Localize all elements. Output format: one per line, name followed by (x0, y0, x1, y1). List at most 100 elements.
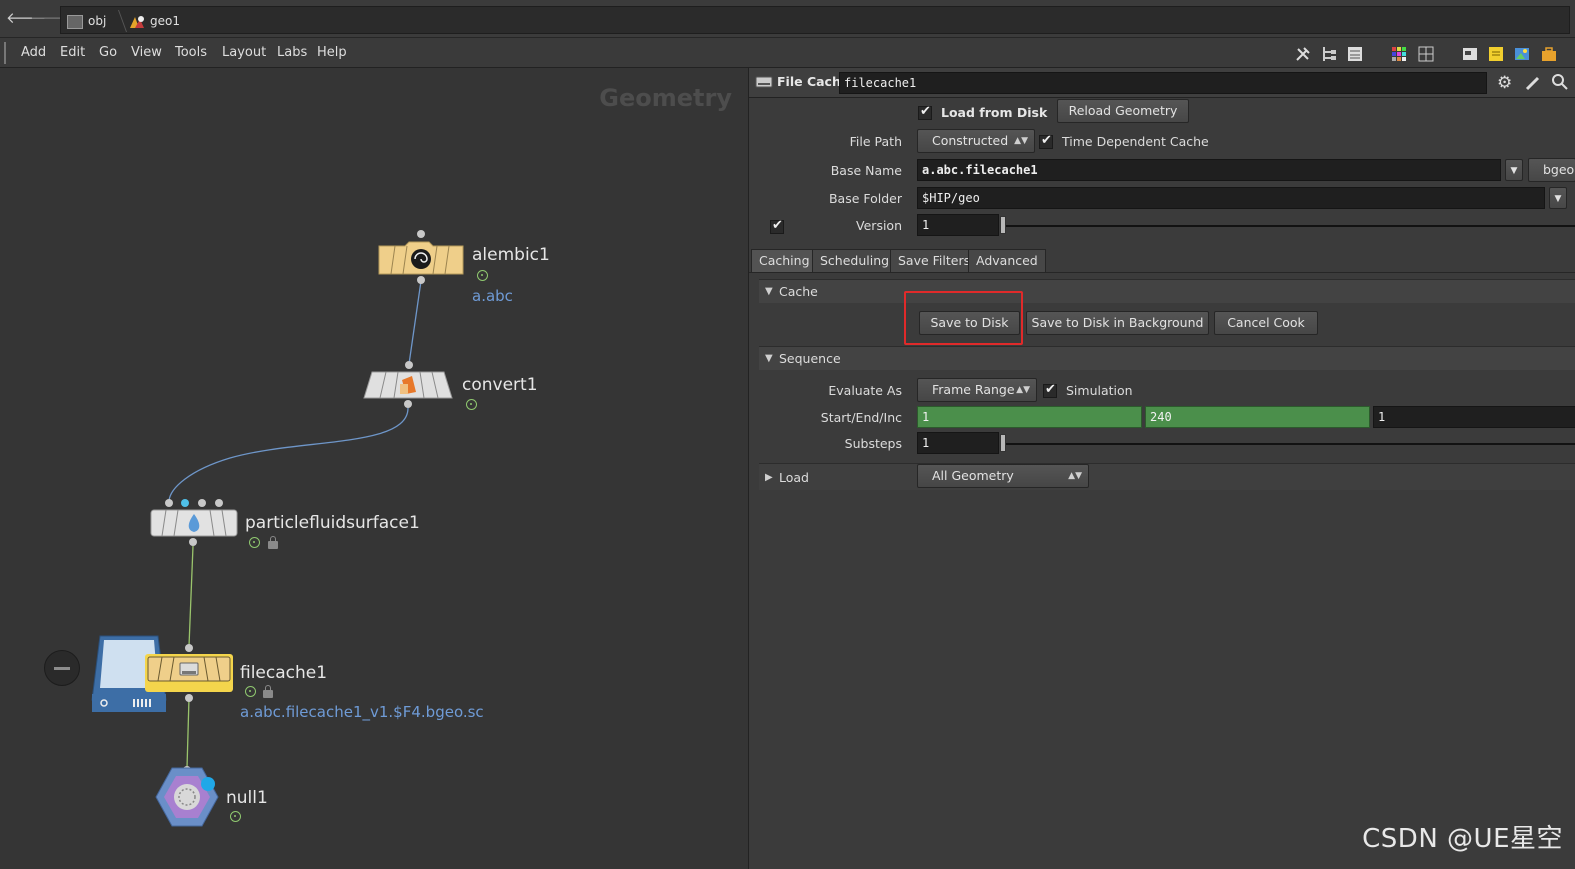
background-image-icon[interactable] (1513, 45, 1531, 63)
simulation-checkbox[interactable] (1043, 382, 1057, 398)
menu-updown-icon: ▲▼ (1016, 385, 1030, 395)
alembic-node[interactable] (377, 240, 465, 276)
network-editor[interactable]: Geometry alembic1 a.abc convert1 particl… (0, 68, 748, 869)
start-end-inc-label: Start/End/Inc (820, 410, 902, 425)
menu-go[interactable]: Go (99, 45, 117, 60)
end-frame-field[interactable]: 240 (1145, 406, 1370, 428)
display-flag-icon (466, 399, 477, 410)
tab-divider (749, 272, 1575, 273)
substeps-slider-track[interactable] (1003, 443, 1575, 445)
parameter-pane: File Cache filecache1 ⚙ Load from Disk R… (748, 68, 1575, 869)
search-icon[interactable] (1551, 73, 1569, 91)
particlefluidsurface-node[interactable] (150, 508, 238, 538)
color-palette-icon[interactable] (1390, 45, 1408, 63)
obj-network-icon (67, 14, 83, 29)
cache-folder[interactable]: ▼ Cache (759, 279, 1575, 303)
highlight-box (904, 291, 1023, 345)
filecache-node[interactable] (144, 653, 234, 693)
wires-layer (168, 280, 422, 769)
format-menu[interactable]: bgeo (1528, 158, 1575, 182)
breadcrumb-geo1[interactable]: geo1 (129, 12, 180, 30)
particlefluid-input-port-3[interactable] (198, 499, 206, 507)
particlefluid-input-port-2[interactable] (181, 499, 189, 507)
base-folder-dropdown-icon[interactable]: ▼ (1549, 187, 1567, 209)
menu-view[interactable]: View (131, 45, 162, 60)
base-name-dropdown-icon[interactable]: ▼ (1505, 159, 1523, 181)
convert-input-port[interactable] (405, 361, 413, 369)
alembic-node-file: a.abc (472, 287, 513, 305)
display-flag-icon (477, 270, 488, 281)
pane-grip[interactable] (4, 42, 10, 64)
node-name-field[interactable]: filecache1 (839, 72, 1487, 94)
file-cache-node-icon (755, 75, 773, 89)
cancel-cook-button[interactable]: Cancel Cook (1214, 311, 1318, 335)
menu-edit[interactable]: Edit (60, 45, 85, 60)
version-enable-checkbox[interactable] (770, 218, 784, 234)
load-folder[interactable]: ▶ Load (759, 463, 1575, 490)
evaluate-as-menu[interactable]: Frame Range ▲▼ (917, 378, 1037, 402)
wire-alembic-convert (408, 280, 422, 365)
breadcrumb-obj[interactable]: obj (67, 12, 106, 30)
start-frame-field[interactable]: 1 (917, 406, 1142, 428)
alembic-input-port[interactable] (417, 230, 425, 238)
menu-updown-icon: ▲▼ (1014, 136, 1028, 146)
sticky-note-icon[interactable] (1487, 45, 1505, 63)
display-flag-icon (245, 686, 256, 697)
lock-icon (263, 685, 273, 698)
convert-node[interactable] (362, 370, 454, 400)
substeps-slider-handle[interactable] (1000, 434, 1006, 452)
version-slider-track[interactable] (1003, 225, 1575, 227)
time-dependent-checkbox[interactable] (1039, 133, 1053, 149)
wire-filecache-null (186, 697, 190, 769)
version-field[interactable]: 1 (917, 214, 999, 236)
filecache-output-port[interactable] (185, 694, 193, 702)
evaluate-as-label: Evaluate As (828, 383, 902, 398)
base-folder-field[interactable]: $HIP/geo (917, 187, 1545, 209)
tab-advanced[interactable]: Advanced (968, 249, 1046, 272)
menu-add[interactable]: Add (21, 45, 46, 60)
tab-caching[interactable]: Caching (751, 249, 818, 272)
reload-geometry-button[interactable]: Reload Geometry (1057, 99, 1189, 123)
sequence-folder[interactable]: ▼ Sequence (759, 346, 1575, 370)
back-arrow-icon[interactable]: 🡐 (6, 10, 46, 26)
brush-icon[interactable] (1524, 74, 1542, 92)
forward-arrow-icon[interactable]: 🡒 (30, 10, 70, 26)
menu-labs[interactable]: Labs (277, 45, 307, 60)
substeps-field[interactable]: 1 (917, 432, 999, 454)
particlefluid-input-port-1[interactable] (165, 499, 173, 507)
network-box-icon[interactable] (1461, 45, 1479, 63)
filecache-node-file: a.abc.filecache1_v1.$F4.bgeo.sc (240, 703, 484, 721)
file-path-menu[interactable]: Constructed ▲▼ (917, 129, 1035, 153)
load-menu[interactable]: All Geometry ▲▼ (917, 464, 1089, 488)
version-label: Version (856, 218, 902, 233)
tab-save-filters[interactable]: Save Filters (890, 249, 979, 272)
display-flag-icon (230, 811, 241, 822)
alembic-output-port[interactable] (417, 276, 425, 284)
menu-help[interactable]: Help (317, 45, 347, 60)
wire-convert-particlefluid (168, 407, 409, 502)
filecache-input-port[interactable] (185, 644, 193, 652)
convert-output-port[interactable] (404, 400, 412, 408)
load-from-disk-checkbox[interactable] (918, 104, 932, 120)
save-to-disk-background-button[interactable]: Save to Disk in Background (1026, 311, 1209, 335)
tab-scheduling[interactable]: Scheduling (812, 249, 898, 272)
tree-layout-icon[interactable] (1320, 45, 1338, 63)
menu-tools[interactable]: Tools (175, 45, 207, 60)
null-node[interactable] (154, 766, 220, 828)
particlefluid-input-port-4[interactable] (215, 499, 223, 507)
toolbox-icon[interactable] (1540, 45, 1558, 63)
gear-icon[interactable]: ⚙ (1497, 74, 1515, 92)
collapse-badge-icon[interactable] (44, 650, 80, 686)
menu-layout[interactable]: Layout (222, 45, 266, 60)
expanded-triangle-icon: ▼ (765, 353, 773, 364)
increment-field[interactable]: 1 (1373, 406, 1575, 428)
particlefluid-output-port[interactable] (189, 538, 197, 546)
base-name-field[interactable]: a.abc.filecache1 (917, 159, 1501, 181)
version-slider-handle[interactable] (1000, 216, 1006, 234)
menu-bar: Add Edit Go View Tools Layout Labs Help (0, 38, 1575, 68)
substeps-label: Substeps (844, 436, 902, 451)
list-view-icon[interactable] (1346, 45, 1364, 63)
alembic-node-label: alembic1 (472, 245, 550, 265)
wrench-icon[interactable] (1294, 45, 1312, 63)
grid-view-icon[interactable] (1417, 45, 1435, 63)
